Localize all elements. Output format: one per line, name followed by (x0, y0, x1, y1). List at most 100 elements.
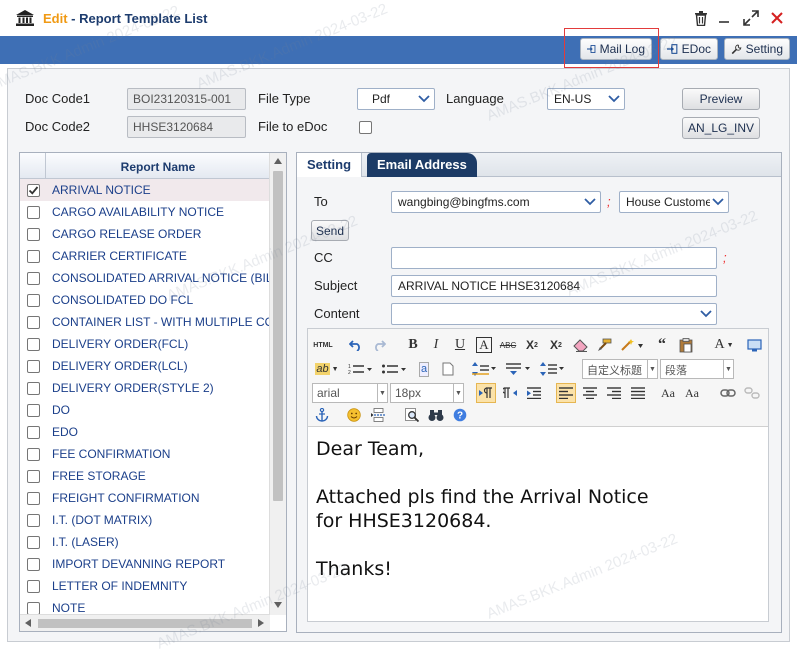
list-item[interactable]: CONTAINER LIST - WITH MULTIPLE CO (20, 311, 270, 333)
list-item[interactable]: DO (20, 399, 270, 421)
list-item[interactable]: FREE STORAGE (20, 465, 270, 487)
content-template-select[interactable] (391, 303, 717, 325)
preview-search-icon[interactable] (402, 405, 422, 425)
scroll-right-icon[interactable] (258, 619, 264, 627)
report-checkbox[interactable] (27, 470, 40, 483)
to-email-select[interactable]: wangbing@bingfms.com (391, 191, 601, 213)
tab-setting[interactable]: Setting (297, 153, 363, 177)
subject-input[interactable]: ARRIVAL NOTICE HHSE3120684 (391, 275, 717, 297)
underline-icon[interactable]: U (450, 335, 470, 355)
report-checkbox[interactable] (27, 558, 40, 571)
emoji-icon[interactable] (344, 405, 364, 425)
vertical-scroll-thumb[interactable] (273, 171, 283, 501)
highlight-color-icon[interactable]: ab ▼ (312, 359, 342, 379)
font-family-select[interactable]: arial ▼ (312, 383, 388, 403)
report-checkbox[interactable] (27, 536, 40, 549)
preview-button[interactable]: Preview (682, 88, 760, 110)
help-icon[interactable]: ? (450, 405, 470, 425)
font-border-icon[interactable]: A (474, 335, 494, 355)
minimize-icon[interactable] (715, 9, 733, 27)
list-item[interactable]: FREIGHT CONFIRMATION (20, 487, 270, 509)
link-icon[interactable] (718, 383, 738, 403)
fullscreen-icon[interactable] (744, 335, 764, 355)
close-icon[interactable] (768, 9, 786, 27)
list-item[interactable]: DELIVERY ORDER(LCL) (20, 355, 270, 377)
paragraph-format-select[interactable]: 段落 ▼ (660, 359, 734, 379)
list-item[interactable]: I.T. (LASER) (20, 531, 270, 553)
report-checkbox[interactable] (27, 426, 40, 439)
bold-icon[interactable]: B (403, 335, 423, 355)
align-right-icon[interactable] (604, 383, 624, 403)
page-break-icon[interactable] (368, 405, 388, 425)
format-brush-icon[interactable] (594, 335, 614, 355)
strikethrough-icon[interactable]: ABC (498, 335, 518, 355)
list-item[interactable]: CONSOLIDATED ARRIVAL NOTICE (BIL (20, 267, 270, 289)
trash-icon[interactable] (692, 9, 710, 27)
font-color-icon[interactable]: A ▼ (710, 335, 738, 355)
list-item[interactable]: CARRIER CERTIFICATE (20, 245, 270, 267)
ordered-list-icon[interactable]: 12 (346, 359, 376, 379)
scroll-left-icon[interactable] (25, 619, 31, 627)
list-item[interactable]: DELIVERY ORDER(FCL) (20, 333, 270, 355)
cc-input[interactable] (391, 247, 717, 269)
report-checkbox[interactable] (27, 492, 40, 505)
italic-icon[interactable]: I (426, 335, 446, 355)
report-checkbox[interactable] (27, 404, 40, 417)
maximize-icon[interactable] (742, 9, 760, 27)
list-item[interactable]: CARGO RELEASE ORDER (20, 223, 270, 245)
send-button[interactable]: Send (311, 220, 349, 241)
blank-page-icon[interactable] (438, 359, 458, 379)
to-type-select[interactable]: House Customer (619, 191, 729, 213)
tab-email-address[interactable]: Email Address (367, 153, 477, 177)
html-source-icon[interactable]: HTML (312, 335, 334, 355)
row-spacing-icon[interactable] (538, 359, 568, 379)
report-checkbox[interactable] (27, 338, 40, 351)
rtl-direction-icon[interactable] (500, 383, 520, 403)
list-item[interactable]: ARRIVAL NOTICE (20, 179, 270, 201)
scroll-up-icon[interactable] (274, 158, 282, 164)
report-checkbox[interactable] (27, 514, 40, 527)
font-size-select[interactable]: 18px ▼ (390, 383, 464, 403)
list-item[interactable]: DELIVERY ORDER(STYLE 2) (20, 377, 270, 399)
unlink-icon[interactable] (742, 383, 762, 403)
redo-icon[interactable] (369, 335, 389, 355)
anchor-icon[interactable] (312, 405, 332, 425)
blockquote-icon[interactable]: “ (652, 335, 672, 355)
line-height-icon[interactable] (470, 359, 500, 379)
scroll-down-icon[interactable] (274, 602, 282, 608)
an-lg-inv-button[interactable]: AN_LG_INV (682, 117, 760, 139)
report-checkbox[interactable] (27, 448, 40, 461)
uppercase-icon[interactable]: Aa (658, 383, 678, 403)
paste-icon[interactable] (676, 335, 696, 355)
report-checkbox[interactable] (27, 316, 40, 329)
superscript-icon[interactable]: X2 (522, 335, 542, 355)
align-center-icon[interactable] (580, 383, 600, 403)
report-checkbox[interactable] (27, 382, 40, 395)
report-checkbox[interactable] (27, 272, 40, 285)
list-item[interactable]: IMPORT DEVANNING REPORT (20, 553, 270, 575)
editor-content[interactable]: Dear Team, Attached pls find the Arrival … (316, 437, 766, 581)
horizontal-scroll-thumb[interactable] (38, 619, 252, 628)
anchor-link-icon[interactable]: a (414, 359, 434, 379)
setting-button[interactable]: Setting (724, 38, 790, 60)
report-checkbox[interactable] (27, 206, 40, 219)
subscript-icon[interactable]: X2 (546, 335, 566, 355)
eraser-icon[interactable] (570, 335, 590, 355)
custom-heading-select[interactable]: 自定义标题 ▼ (582, 359, 658, 379)
edoc-button[interactable]: EDoc (660, 38, 718, 60)
list-horizontal-scrollbar[interactable] (20, 614, 270, 631)
align-justify-icon[interactable] (628, 383, 648, 403)
paragraph-spacing-icon[interactable] (504, 359, 534, 379)
undo-icon[interactable] (346, 335, 366, 355)
list-item[interactable]: I.T. (DOT MATRIX) (20, 509, 270, 531)
file-to-edoc-checkbox[interactable] (359, 121, 372, 134)
ltr-direction-icon[interactable] (476, 383, 496, 403)
lowercase-icon[interactable]: Aa (682, 383, 702, 403)
report-checkbox[interactable] (27, 184, 40, 197)
report-checkbox[interactable] (27, 250, 40, 263)
indent-icon[interactable] (524, 383, 544, 403)
file-type-select[interactable]: Pdf (357, 88, 435, 110)
report-name-header[interactable]: Report Name (46, 160, 270, 174)
auto-format-icon[interactable] (618, 335, 646, 355)
list-item[interactable]: LETTER OF INDEMNITY (20, 575, 270, 597)
